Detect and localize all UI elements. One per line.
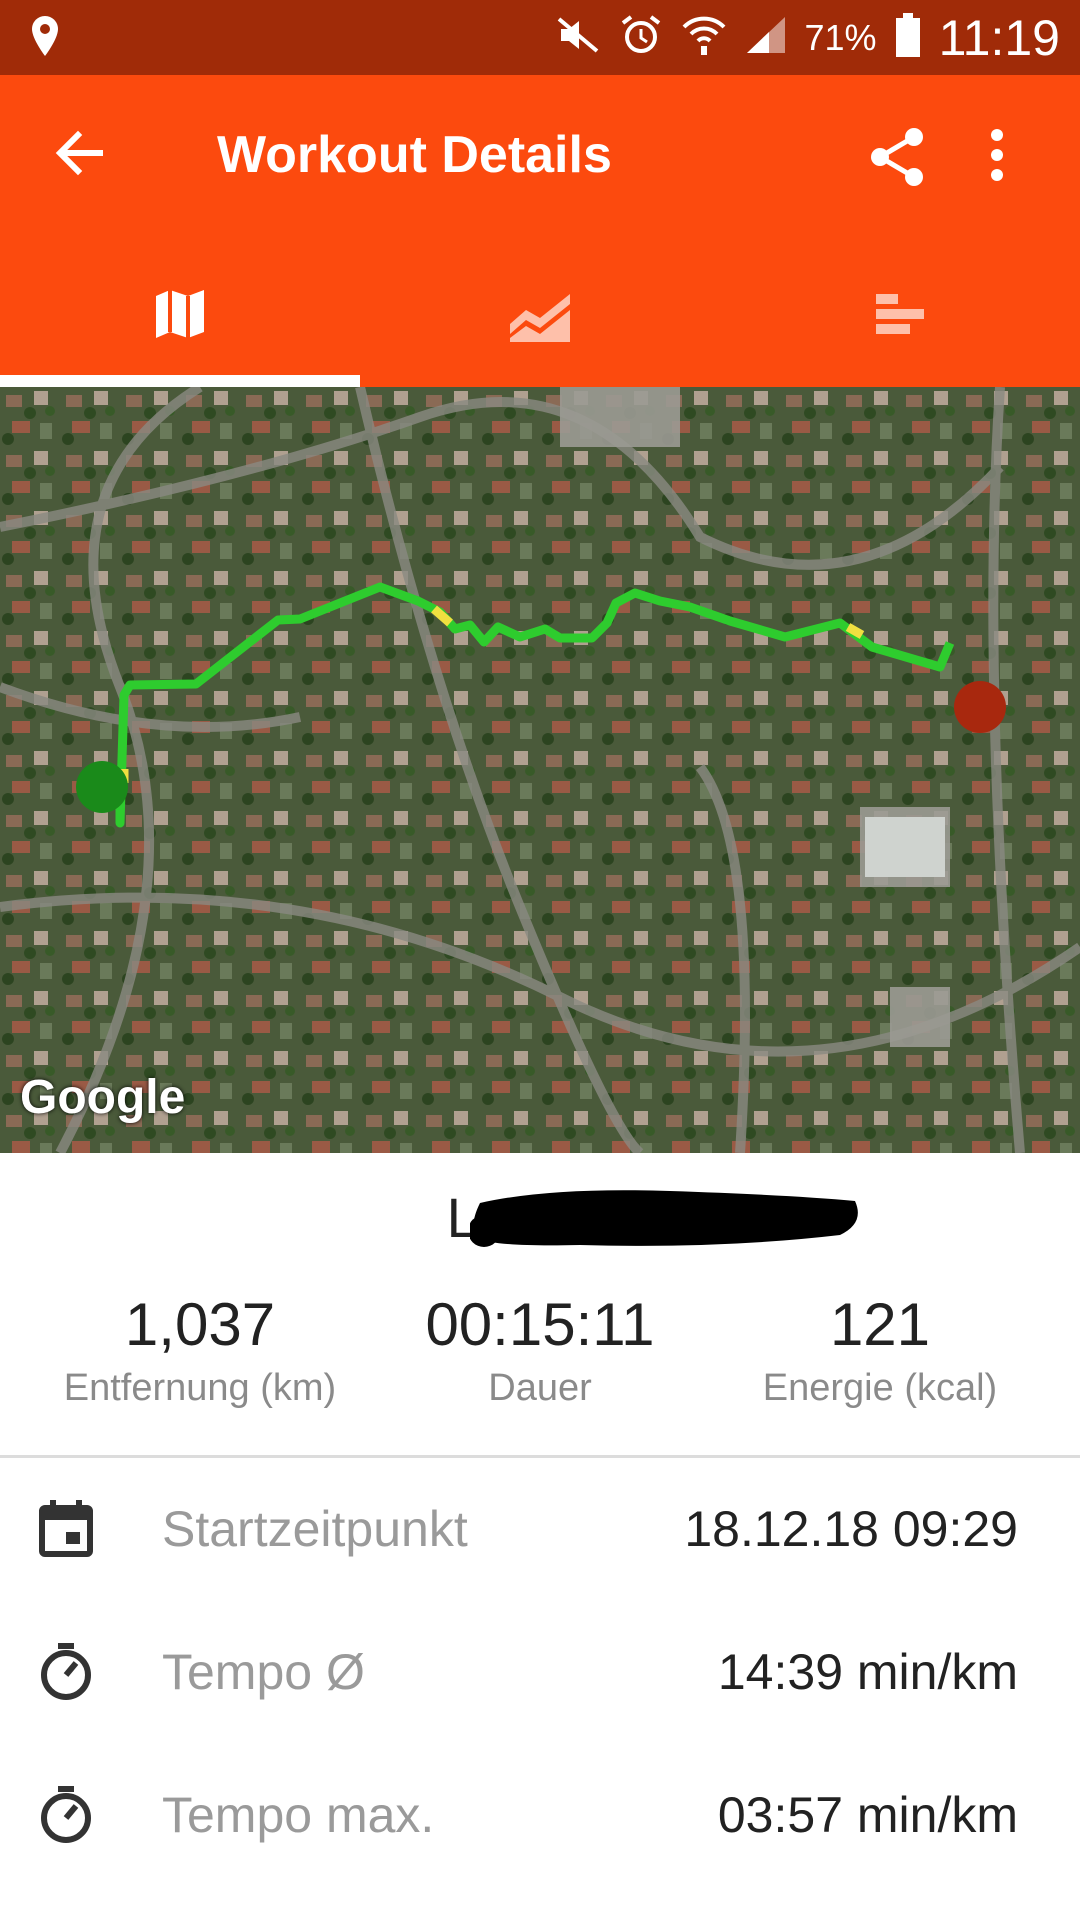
stat-value: 121 [829,1291,931,1358]
more-vert-icon[interactable] [990,127,1004,188]
tab-indicator [0,375,360,387]
stopwatch-icon [36,1641,96,1706]
detail-row-start-time: Startzeitpunkt 18.12.18 09:29 [0,1470,1080,1590]
google-attribution: Google [20,1071,186,1124]
bars-icon [874,292,926,341]
stat-distance: 1,037 Entfernung (km) [20,1290,380,1410]
detail-row-avg-pace: Tempo Ø 14:39 min/km [0,1613,1080,1733]
stat-label: Dauer [488,1367,592,1409]
stopwatch-icon [36,1784,96,1849]
detail-value: 14:39 min/km [717,1644,1018,1700]
stat-label: Entfernung (km) [63,1367,337,1409]
detail-value: 18.12.18 09:29 [684,1501,1018,1557]
app-bar: Workout Details [0,75,1080,245]
stat-value: 00:15:11 [425,1291,655,1358]
detail-row-max-pace: Tempo max. 03:57 min/km [0,1756,1080,1876]
alarm-icon [619,13,663,62]
signal-icon [745,15,787,60]
tab-chart[interactable] [360,245,720,387]
wifi-icon [681,13,727,62]
redaction-mark [470,1190,858,1247]
page-title: Workout Details [217,126,612,184]
location-icon [30,14,60,63]
stat-energy: 121 Energie (kcal) [700,1290,1060,1410]
detail-label: Tempo max. [162,1787,435,1843]
tab-map[interactable] [0,245,360,387]
battery-icon [895,12,921,63]
detail-label: Startzeitpunkt [162,1501,468,1557]
stat-value: 1,037 [124,1291,276,1358]
chart-icon [508,284,572,349]
stat-label: Energie (kcal) [762,1367,998,1409]
battery-percent: 71% [804,16,877,58]
map-view[interactable] [0,387,1080,1153]
mute-icon [555,15,601,60]
stat-duration: 00:15:11 Dauer [360,1290,720,1410]
tab-bars[interactable] [720,245,1080,387]
clock: 11:19 [938,9,1060,66]
calendar-icon [36,1498,96,1563]
tab-bar [0,245,1080,387]
detail-value: 03:57 min/km [717,1787,1018,1843]
status-bar: 71% 11:19 [0,0,1080,75]
detail-label: Tempo Ø [162,1644,365,1700]
back-arrow-icon[interactable] [52,127,104,184]
share-icon[interactable] [868,127,928,192]
divider [0,1455,1080,1458]
map-icon [152,286,208,347]
